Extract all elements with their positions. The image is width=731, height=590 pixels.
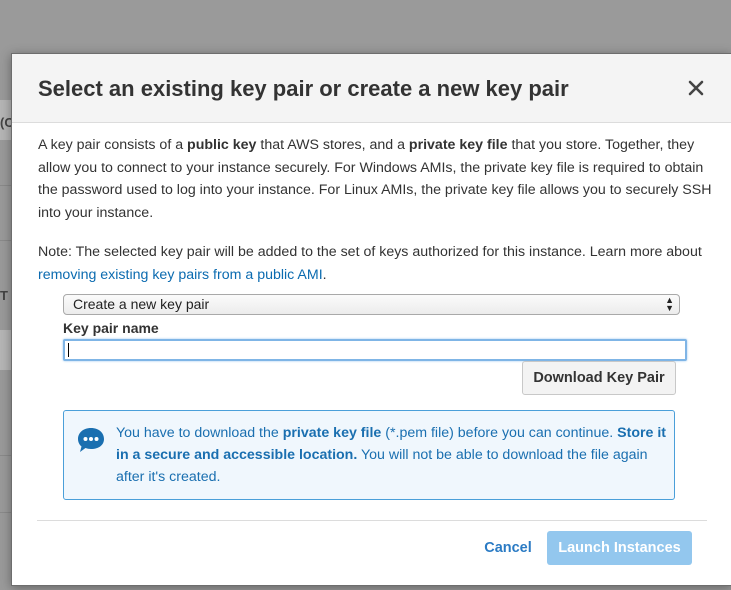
key-pair-name-label: Key pair name <box>63 320 159 336</box>
note-paragraph: Note: The selected key pair will be adde… <box>38 244 702 283</box>
remove-key-pairs-link[interactable]: removing existing key pairs from a publi… <box>38 267 323 283</box>
background-text: T <box>0 288 8 303</box>
close-button[interactable] <box>686 76 706 100</box>
info-message: You have to download the private key fil… <box>116 425 666 485</box>
dialog-header: Select an existing key pair or create a … <box>12 54 731 123</box>
download-key-pair-button[interactable]: Download Key Pair <box>522 361 676 395</box>
select-value: Create a new key pair <box>73 296 210 312</box>
close-icon <box>688 80 704 96</box>
footer-divider <box>37 520 707 521</box>
info-alert: You have to download the private key fil… <box>63 410 675 500</box>
cancel-button[interactable]: Cancel <box>478 540 538 560</box>
key-pair-option-select[interactable]: Create a new key pair ▲ ▼ <box>63 294 680 315</box>
chat-bubble-icon <box>78 428 104 452</box>
dialog-title: Select an existing key pair or create a … <box>38 76 569 101</box>
text-caret <box>68 343 69 357</box>
select-arrows-icon: ▲ ▼ <box>665 295 674 313</box>
intro-paragraph: A key pair consists of a public key that… <box>38 137 712 221</box>
launch-instances-button[interactable]: Launch Instances <box>547 531 692 565</box>
key-pair-dialog: Select an existing key pair or create a … <box>11 53 731 586</box>
key-pair-name-input[interactable] <box>63 339 687 361</box>
